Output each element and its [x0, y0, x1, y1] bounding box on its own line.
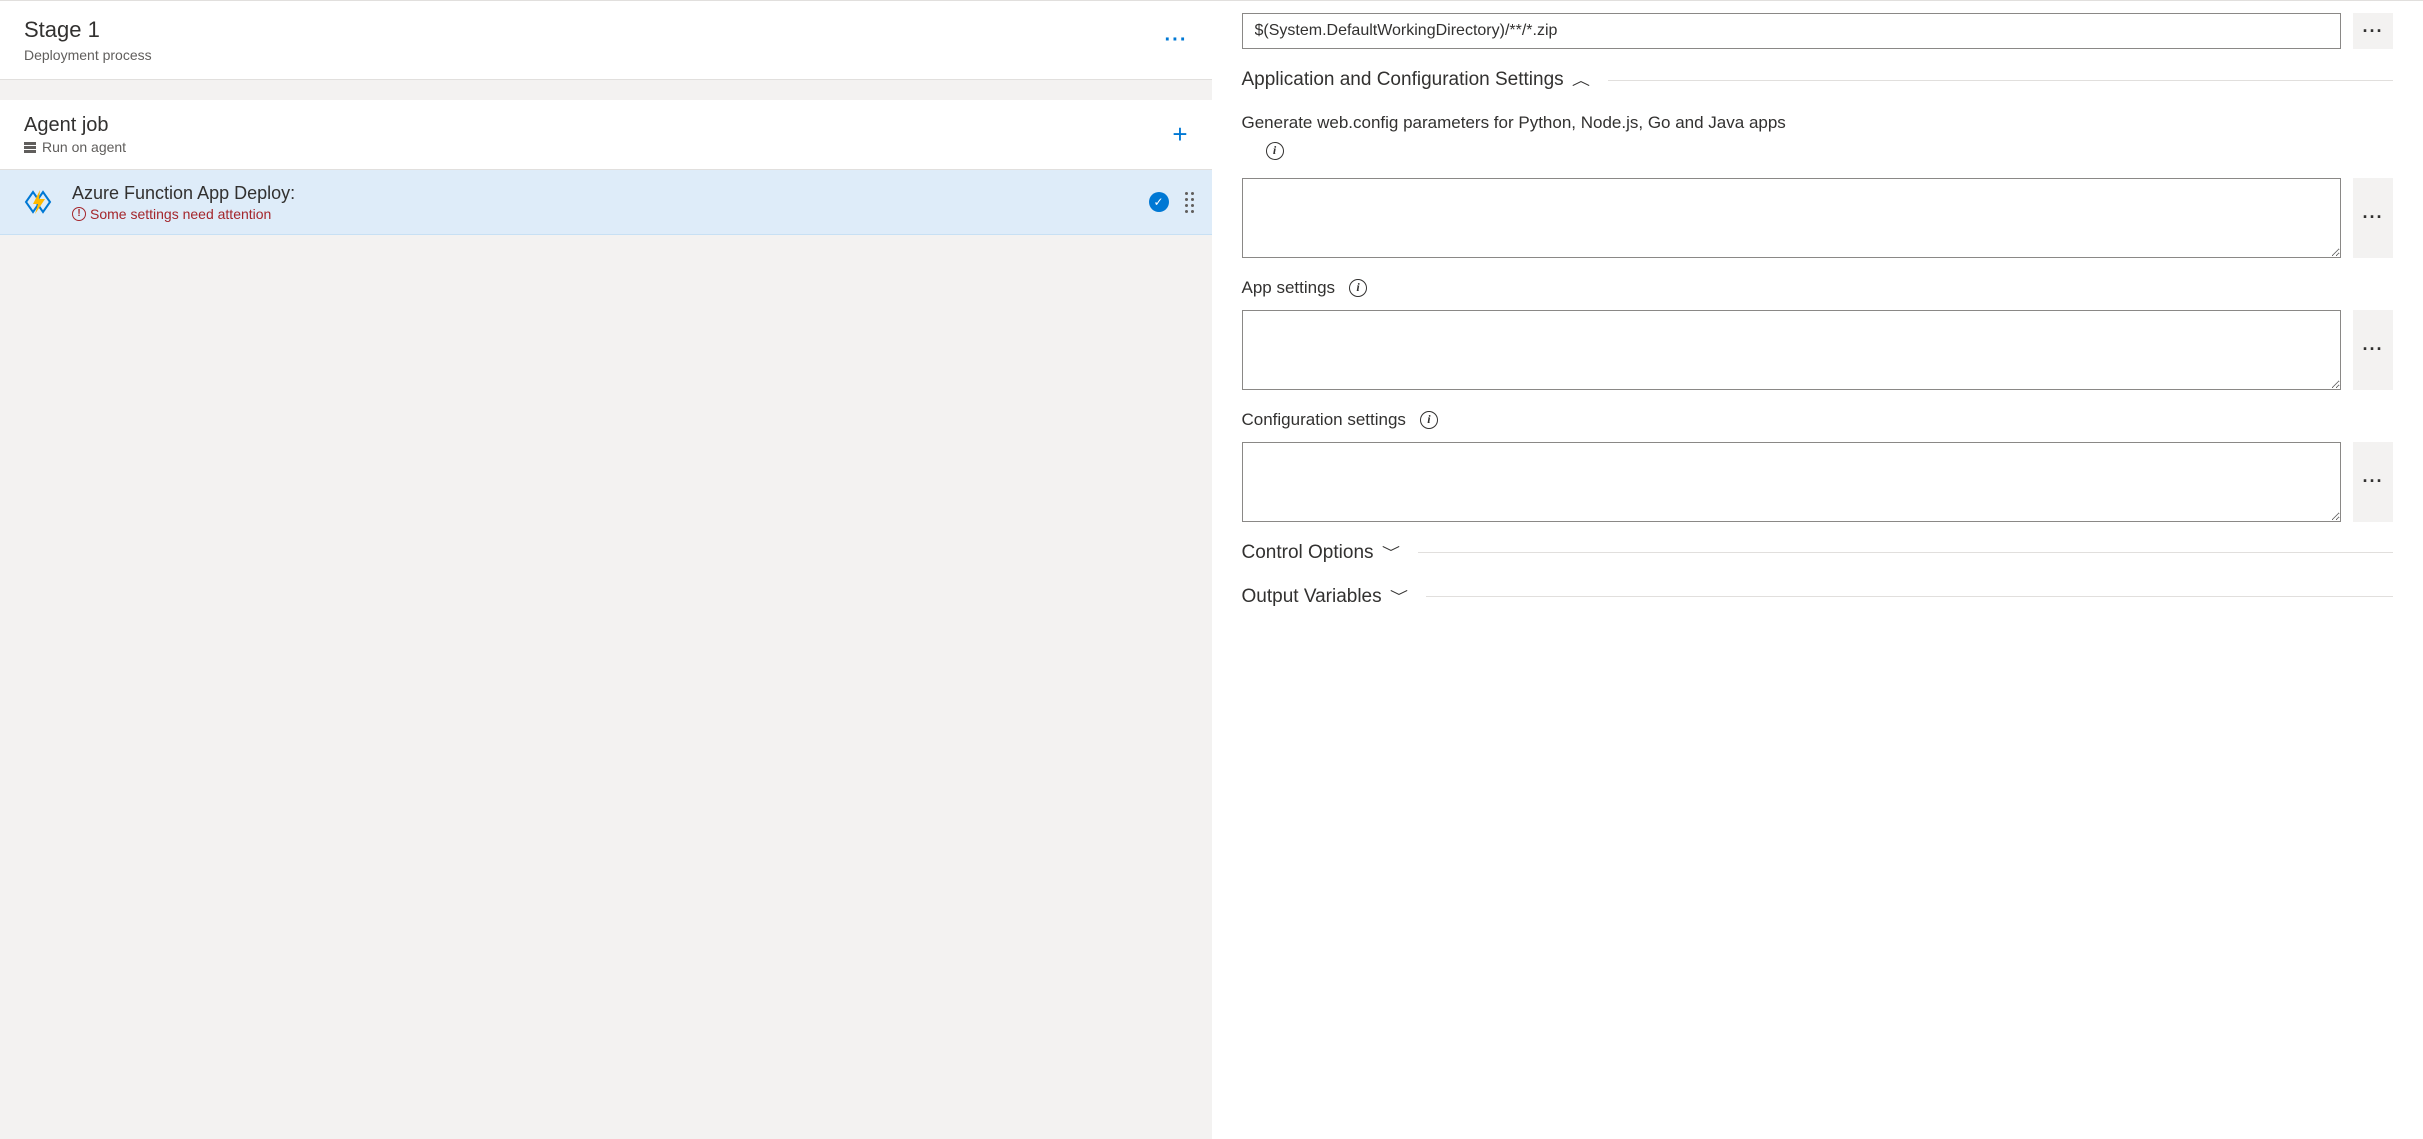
- divider: [1418, 552, 2393, 553]
- divider: [1426, 596, 2393, 597]
- webconfig-label: Generate web.config parameters for Pytho…: [1242, 113, 2394, 133]
- configsettings-field-row: ···: [1242, 442, 2394, 522]
- package-browse-button[interactable]: ···: [2353, 13, 2393, 49]
- drag-handle-icon[interactable]: [1185, 192, 1194, 213]
- agent-job-subtitle: Run on agent: [24, 139, 126, 155]
- more-icon[interactable]: ···: [1165, 29, 1188, 52]
- task-text: Azure Function App Deploy: ! Some settin…: [72, 183, 1135, 222]
- server-icon: [24, 142, 36, 153]
- section-title: Output Variables: [1242, 586, 1382, 608]
- warning-icon: !: [72, 207, 86, 221]
- stage-title-block: Stage 1 Deployment process: [24, 17, 152, 63]
- stage-subtitle: Deployment process: [24, 47, 152, 63]
- package-input[interactable]: [1242, 13, 2342, 49]
- section-output-variables[interactable]: Output Variables ﹀: [1242, 586, 2394, 608]
- section-title: Application and Configuration Settings: [1242, 69, 1564, 91]
- configsettings-label: Configuration settings i: [1242, 410, 2394, 430]
- info-icon[interactable]: i: [1420, 411, 1438, 429]
- webconfig-field-row: ···: [1242, 178, 2394, 258]
- agent-job-title: Agent job: [24, 114, 126, 137]
- task-warning: ! Some settings need attention: [72, 206, 1135, 222]
- task-title: Azure Function App Deploy:: [72, 183, 1135, 204]
- task-azure-function-deploy[interactable]: Azure Function App Deploy: ! Some settin…: [0, 170, 1212, 235]
- chevron-down-icon: ﹀: [1381, 543, 1399, 563]
- configsettings-input[interactable]: [1242, 442, 2342, 522]
- info-icon[interactable]: i: [1266, 142, 1284, 160]
- agent-job-row[interactable]: Agent job Run on agent +: [0, 100, 1212, 170]
- stage-header[interactable]: Stage 1 Deployment process ···: [0, 1, 1212, 80]
- agent-job-title-block: Agent job Run on agent: [24, 114, 126, 155]
- appsettings-field-row: ···: [1242, 310, 2394, 390]
- add-task-icon[interactable]: +: [1172, 119, 1187, 150]
- check-circle-icon[interactable]: ✓: [1149, 192, 1169, 212]
- webconfig-input[interactable]: [1242, 178, 2342, 258]
- package-field-row: ···: [1242, 13, 2394, 49]
- stage-title: Stage 1: [24, 17, 152, 43]
- appsettings-input[interactable]: [1242, 310, 2342, 390]
- task-right-controls: ✓: [1149, 192, 1194, 213]
- section-app-config[interactable]: Application and Configuration Settings ︿: [1242, 69, 2394, 91]
- configsettings-browse-button[interactable]: ···: [2353, 442, 2393, 522]
- chevron-down-icon: ﹀: [1390, 587, 1408, 607]
- appsettings-label: App settings i: [1242, 278, 2394, 298]
- tasks-panel: Stage 1 Deployment process ··· Agent job…: [0, 0, 1212, 1139]
- info-icon[interactable]: i: [1349, 279, 1367, 297]
- azure-function-icon: [18, 182, 58, 222]
- divider: [1608, 80, 2393, 81]
- webconfig-browse-button[interactable]: ···: [2353, 178, 2393, 258]
- chevron-up-icon: ︿: [1572, 70, 1590, 90]
- section-control-options[interactable]: Control Options ﹀: [1242, 542, 2394, 564]
- task-details-panel: ··· Application and Configuration Settin…: [1212, 0, 2423, 1139]
- section-title: Control Options: [1242, 542, 1374, 564]
- appsettings-browse-button[interactable]: ···: [2353, 310, 2393, 390]
